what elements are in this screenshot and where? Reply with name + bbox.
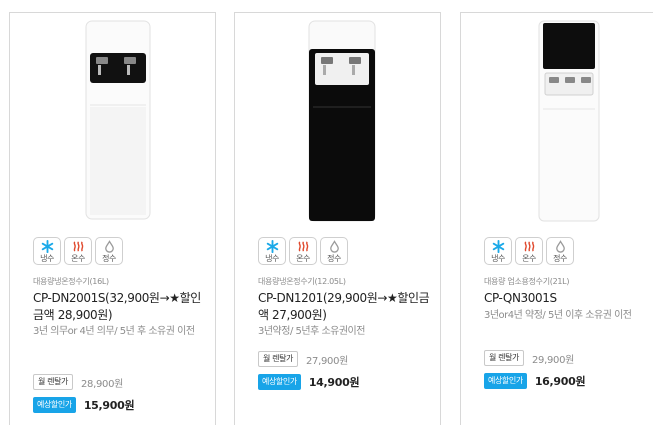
product-name[interactable]: CP-DN2001S(32,900원→★할인금액 28,900원) bbox=[33, 290, 211, 324]
sale-price-row: 예상할인가 14,900원 bbox=[258, 374, 360, 390]
snowflake-icon bbox=[266, 239, 278, 253]
water-drop-icon bbox=[104, 239, 114, 253]
sale-price-tag: 예상할인가 bbox=[33, 397, 76, 413]
hot-water-badge: 온수 bbox=[289, 237, 317, 265]
product-card[interactable]: 냉수 온수 정수 대용량 업소용정수기(21L) CP-QN3001S 3년or… bbox=[460, 12, 653, 425]
sale-price: 16,900원 bbox=[534, 375, 586, 388]
heat-icon bbox=[298, 240, 308, 252]
rental-price-tag: 월 렌탈가 bbox=[258, 351, 298, 367]
sale-price: 15,900원 bbox=[83, 399, 135, 412]
rental-price-row: 월 렌탈가 29,900원 bbox=[484, 350, 574, 366]
rental-price-row: 월 렌탈가 28,900원 bbox=[33, 374, 123, 390]
cold-water-label: 냉수 bbox=[265, 253, 279, 263]
product-name[interactable]: CP-QN3001S bbox=[484, 290, 653, 307]
cold-water-badge: 냉수 bbox=[484, 237, 512, 265]
cold-water-label: 냉수 bbox=[491, 253, 505, 263]
snowflake-icon bbox=[41, 239, 53, 253]
purified-water-label: 정수 bbox=[553, 253, 567, 263]
snowflake-icon bbox=[492, 239, 504, 253]
product-category: 대용량냉온정수기(16L) bbox=[33, 277, 109, 286]
hot-water-badge: 온수 bbox=[64, 237, 92, 265]
product-image[interactable] bbox=[461, 19, 653, 229]
rental-price: 29,900원 bbox=[531, 354, 575, 366]
heat-icon bbox=[73, 240, 83, 252]
feature-icons: 냉수 온수 정수 bbox=[258, 237, 348, 265]
product-image[interactable] bbox=[235, 19, 442, 229]
purified-water-badge: 정수 bbox=[320, 237, 348, 265]
sale-price-tag: 예상할인가 bbox=[484, 373, 527, 389]
hot-water-label: 온수 bbox=[296, 253, 310, 263]
hot-water-label: 온수 bbox=[71, 253, 85, 263]
cold-water-label: 냉수 bbox=[40, 253, 54, 263]
sale-price-row: 예상할인가 16,900원 bbox=[484, 373, 586, 389]
product-description: 3년or4년 약정/ 5년 이후 소유권 이전 bbox=[484, 310, 632, 321]
feature-icons: 냉수 온수 정수 bbox=[33, 237, 123, 265]
product-category: 대용량냉온정수기(12.05L) bbox=[258, 277, 346, 286]
sale-price-row: 예상할인가 15,900원 bbox=[33, 397, 135, 413]
product-card[interactable]: 냉수 온수 정수 대용량냉온정수기(12.05L) CP-DN1201(29,9… bbox=[234, 12, 441, 425]
heat-icon bbox=[524, 240, 534, 252]
feature-icons: 냉수 온수 정수 bbox=[484, 237, 574, 265]
product-description: 3년 의무or 4년 의무/ 5년 후 소유권 이전 bbox=[33, 326, 195, 337]
rental-price-tag: 월 렌탈가 bbox=[33, 374, 73, 390]
product-description: 3년약정/ 5년후 소유권이전 bbox=[258, 326, 365, 337]
rental-price-tag: 월 렌탈가 bbox=[484, 350, 524, 366]
water-drop-icon bbox=[329, 239, 339, 253]
purified-water-badge: 정수 bbox=[95, 237, 123, 265]
cold-water-badge: 냉수 bbox=[33, 237, 61, 265]
water-drop-icon bbox=[555, 239, 565, 253]
product-name[interactable]: CP-DN1201(29,900원→★할인금액 27,900원) bbox=[258, 290, 436, 324]
rental-price-row: 월 렌탈가 27,900원 bbox=[258, 351, 348, 367]
purified-water-badge: 정수 bbox=[546, 237, 574, 265]
hot-water-badge: 온수 bbox=[515, 237, 543, 265]
purified-water-label: 정수 bbox=[327, 253, 341, 263]
hot-water-label: 온수 bbox=[522, 253, 536, 263]
cold-water-badge: 냉수 bbox=[258, 237, 286, 265]
product-card[interactable]: 냉수 온수 정수 대용량냉온정수기(16L) CP-DN2001S(32,900… bbox=[9, 12, 216, 425]
sale-price-tag: 예상할인가 bbox=[258, 374, 301, 390]
product-category: 대용량 업소용정수기(21L) bbox=[484, 277, 570, 286]
purified-water-label: 정수 bbox=[102, 253, 116, 263]
product-image[interactable] bbox=[10, 19, 217, 229]
rental-price: 27,900원 bbox=[305, 355, 349, 367]
sale-price: 14,900원 bbox=[308, 376, 360, 389]
rental-price: 28,900원 bbox=[80, 378, 124, 390]
